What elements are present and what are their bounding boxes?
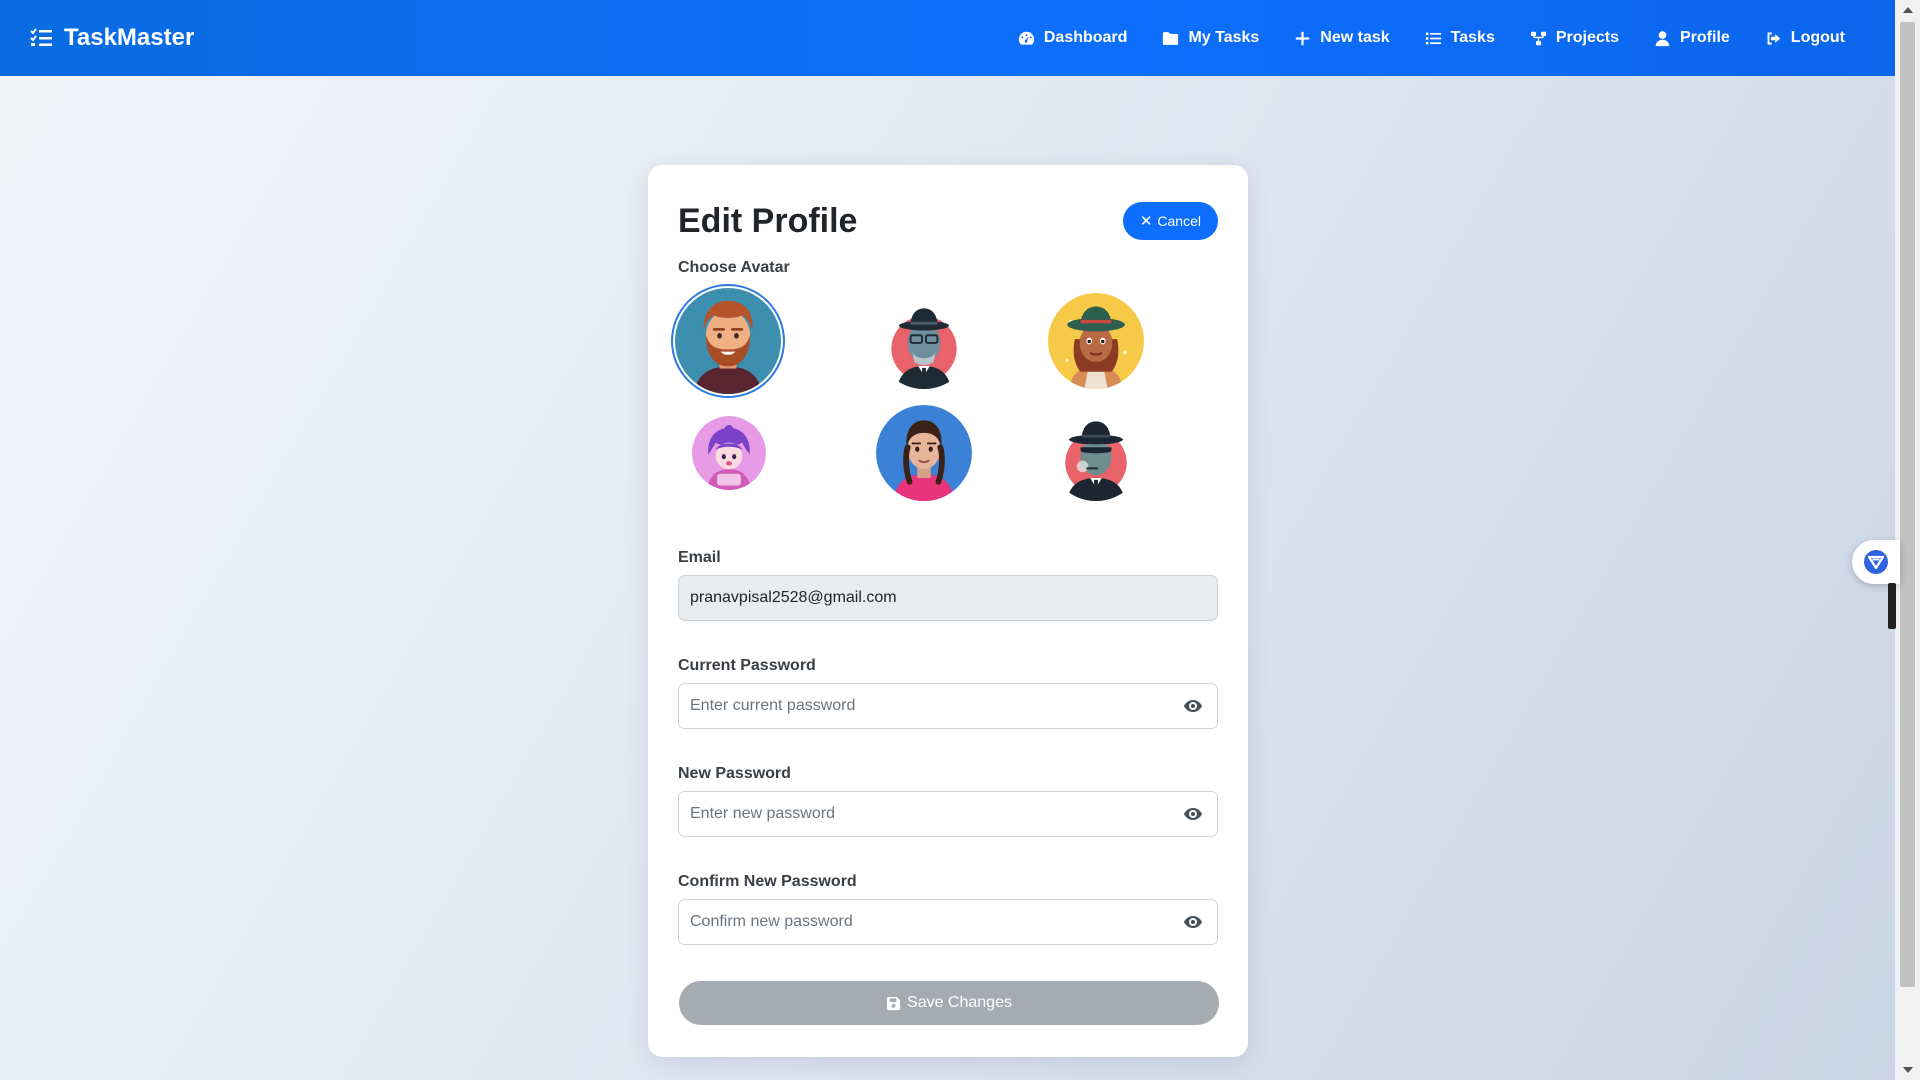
avatar-label: Choose Avatar xyxy=(678,259,790,276)
current-password-input[interactable] xyxy=(678,683,1218,729)
card-header: Edit Profile ✕ Cancel xyxy=(678,197,1218,245)
avatar-purple-girl[interactable] xyxy=(692,416,766,490)
confirm-password-label: Confirm New Password xyxy=(678,873,857,890)
nav-item-tasks[interactable]: Tasks xyxy=(1425,29,1495,47)
email-input-wrap xyxy=(678,575,1218,621)
scroll-thumb[interactable] xyxy=(1900,22,1915,987)
nav-item-logout[interactable]: Logout xyxy=(1765,29,1845,47)
nav-label: Logout xyxy=(1790,29,1845,46)
nav-menu: Dashboard My Tasks New task Tasks Projec… xyxy=(1018,29,1845,47)
avatar-detective-glasses[interactable] xyxy=(876,293,972,389)
current-password-wrap xyxy=(678,683,1218,729)
eye-icon[interactable] xyxy=(1183,696,1203,716)
extension-widget[interactable] xyxy=(1852,540,1900,584)
nav-item-projects[interactable]: Projects xyxy=(1530,29,1619,47)
folder-icon xyxy=(1163,31,1179,45)
scroll-up-arrow[interactable] xyxy=(1895,0,1920,20)
confirm-password-group: Confirm New Password xyxy=(678,873,1218,945)
close-icon: ✕ xyxy=(1139,213,1153,230)
avatar-image xyxy=(675,288,781,394)
confirm-password-wrap xyxy=(678,899,1218,945)
current-password-group: Current Password xyxy=(678,657,1218,729)
nav-label: Projects xyxy=(1555,29,1619,46)
email-field-group: Email xyxy=(678,549,1218,621)
avatar-grid xyxy=(675,285,1218,509)
nav-label: My Tasks xyxy=(1188,29,1260,46)
nav-label: New task xyxy=(1320,29,1390,46)
eye-icon[interactable] xyxy=(1183,912,1203,932)
nav-item-my-tasks[interactable]: My Tasks xyxy=(1162,29,1259,47)
avatar-image xyxy=(692,416,766,490)
save-label: Save Changes xyxy=(907,994,1012,1011)
list-check-icon xyxy=(30,28,52,46)
avatar-image xyxy=(1048,293,1144,389)
new-password-group: New Password xyxy=(678,765,1218,837)
side-panel-tab[interactable] xyxy=(1888,583,1896,629)
nav-label: Dashboard xyxy=(1043,29,1128,46)
new-password-wrap xyxy=(678,791,1218,837)
avatar-image xyxy=(1048,405,1144,501)
edit-profile-card: Edit Profile ✕ Cancel Choose Avatar Emai… xyxy=(648,165,1248,1057)
nav-item-dashboard[interactable]: Dashboard xyxy=(1018,29,1128,47)
plus-icon xyxy=(1295,31,1310,45)
brand[interactable]: TaskMaster xyxy=(30,24,194,52)
page-title: Edit Profile xyxy=(678,201,858,240)
new-password-label: New Password xyxy=(678,765,791,782)
scroll-down-arrow[interactable] xyxy=(1895,1060,1920,1080)
list-icon xyxy=(1425,32,1441,44)
nav-item-new-task[interactable]: New task xyxy=(1294,29,1390,47)
avatar-braided-girl[interactable] xyxy=(876,405,972,501)
top-navbar: TaskMaster Dashboard My Tasks New task T… xyxy=(0,0,1895,76)
confirm-password-input[interactable] xyxy=(678,899,1218,945)
user-icon xyxy=(1655,30,1670,46)
cancel-button[interactable]: ✕ Cancel xyxy=(1122,202,1218,240)
avatar-image xyxy=(876,293,972,389)
diagram-icon xyxy=(1530,31,1547,45)
save-changes-button[interactable]: Save Changes xyxy=(679,981,1219,1025)
email-label: Email xyxy=(678,549,721,566)
avatar-image xyxy=(876,405,972,501)
avatar-bearded-man[interactable] xyxy=(675,288,781,394)
save-icon xyxy=(886,996,901,1010)
avatar-cowgirl[interactable] xyxy=(1048,293,1144,389)
email-input[interactable] xyxy=(678,575,1218,621)
avatar-smoking-detective[interactable] xyxy=(1048,405,1144,501)
brand-name: TaskMaster xyxy=(64,24,195,51)
current-password-label: Current Password xyxy=(678,657,816,674)
eye-icon[interactable] xyxy=(1183,804,1203,824)
cancel-label: Cancel xyxy=(1157,213,1201,229)
new-password-input[interactable] xyxy=(678,791,1218,837)
nav-label: Profile xyxy=(1680,29,1730,46)
nav-item-profile[interactable]: Profile xyxy=(1654,29,1730,47)
nav-label: Tasks xyxy=(1450,29,1495,46)
extension-logo-icon xyxy=(1864,550,1888,574)
gauge-icon xyxy=(1018,31,1034,45)
sign-out-icon xyxy=(1767,32,1781,44)
